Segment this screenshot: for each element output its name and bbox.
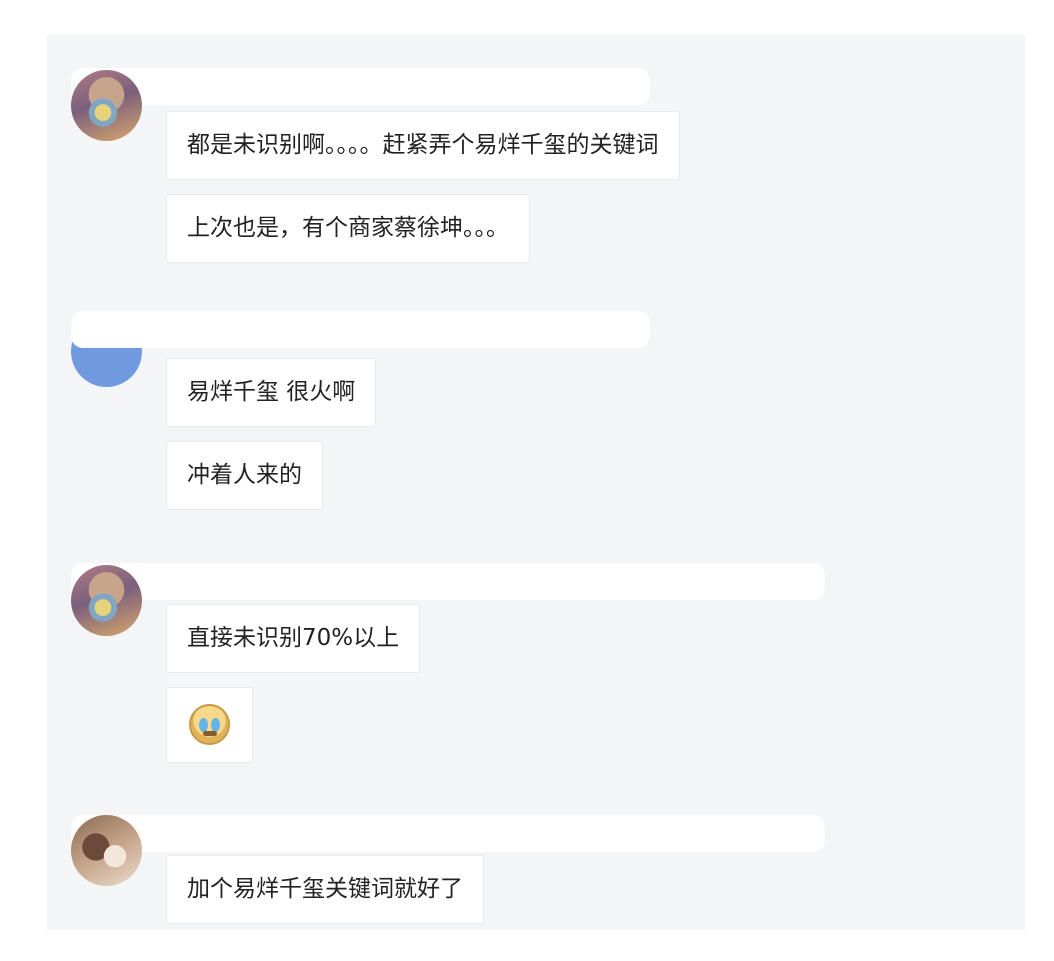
crying-face-icon — [189, 704, 230, 745]
message-bubble[interactable]: 加个易烊千玺关键词就好了 — [166, 855, 484, 924]
message-bubble[interactable]: 冲着人来的 — [166, 441, 323, 510]
tear-left-icon — [199, 718, 208, 732]
sender-name-bar — [71, 311, 650, 348]
sender-name-bar — [71, 563, 825, 600]
sender-name-bar — [71, 68, 650, 105]
chat-panel: 都是未识别啊。。。。赶紧弄个易烊千玺的关键词 上次也是，有个商家蔡徐坤。。。 蚂… — [47, 34, 1025, 930]
avatar[interactable] — [71, 70, 142, 141]
message-bubble[interactable]: 易烊千玺 很火啊 — [166, 358, 377, 427]
avatar[interactable] — [71, 815, 142, 886]
sender-name-bar — [71, 815, 825, 852]
mouth-icon — [203, 731, 217, 736]
message-bubble[interactable]: 都是未识别啊。。。。赶紧弄个易烊千玺的关键词 — [166, 111, 680, 180]
emoji-message-bubble[interactable] — [166, 687, 253, 763]
message-bubble[interactable]: 直接未识别70%以上 — [166, 604, 421, 673]
message-bubble[interactable]: 上次也是，有个商家蔡徐坤。。。 — [166, 194, 530, 263]
tear-right-icon — [211, 718, 220, 732]
avatar[interactable] — [71, 565, 142, 636]
